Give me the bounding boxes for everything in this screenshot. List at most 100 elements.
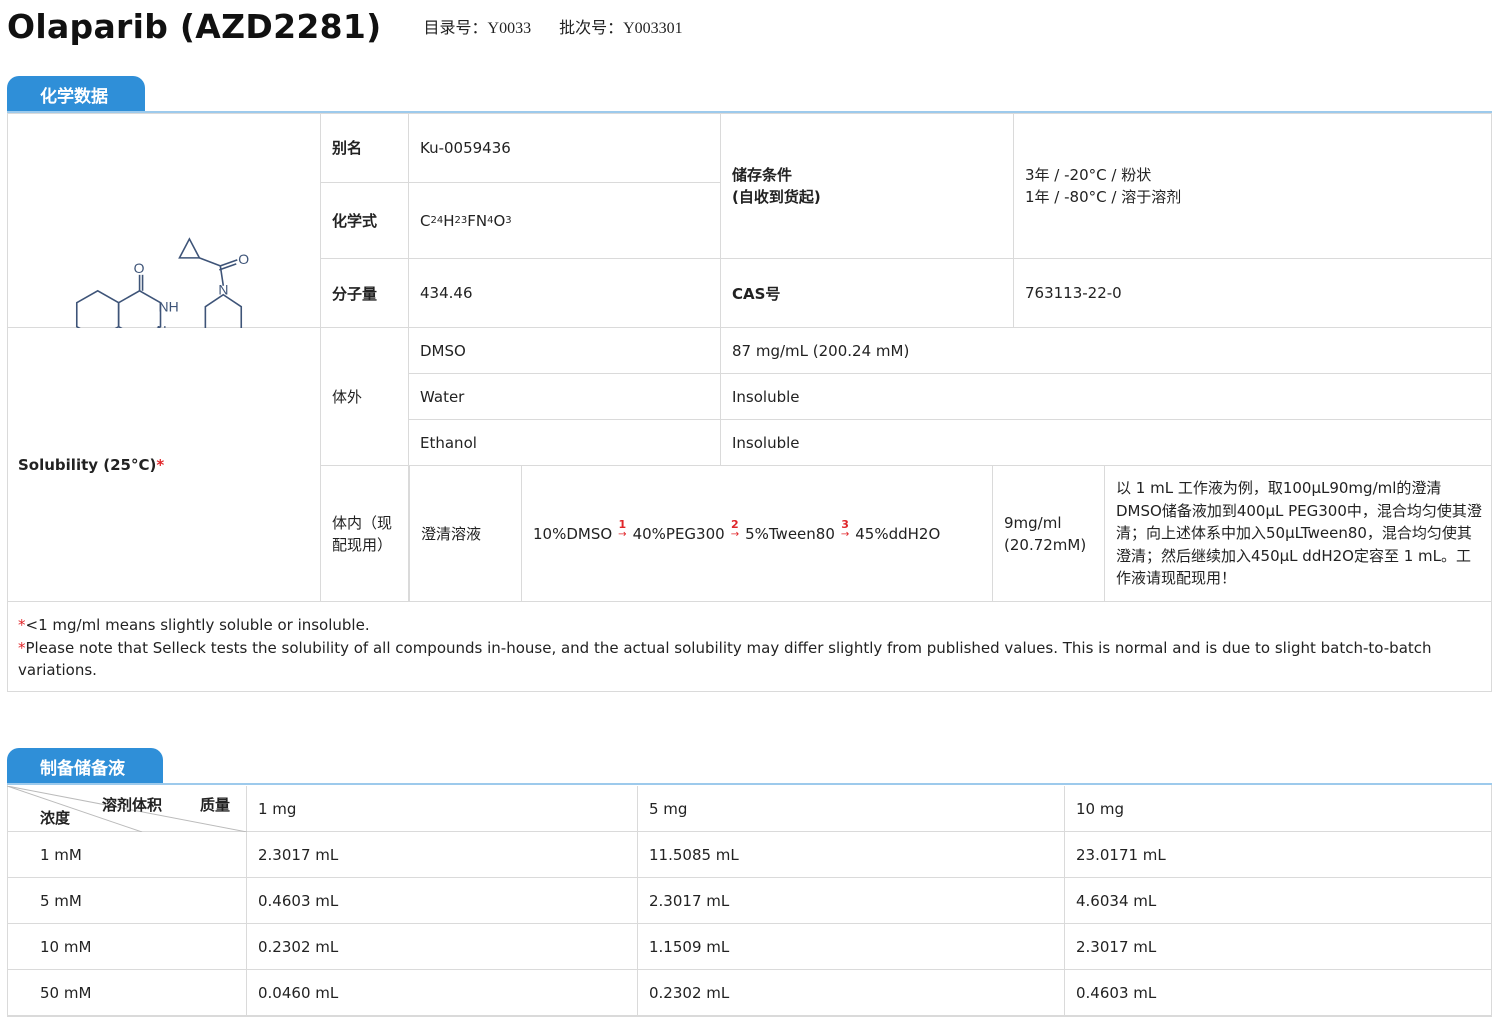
table-cell: 0.4603 mL bbox=[247, 878, 638, 924]
arrow-right-icon: → bbox=[618, 529, 627, 540]
invitro-value-dmso: 87 mg/mL (200.24 mM) bbox=[721, 328, 1492, 374]
storage-line-1: 3年 / -20°C / 粉状 bbox=[1025, 165, 1152, 184]
solubility-title: Solubility (25°C) bbox=[18, 455, 157, 474]
chemical-structure-image: O NH N N O N O F bbox=[75, 236, 249, 328]
atom-o2: O bbox=[238, 250, 249, 266]
batch-number: 批次号：Y003301 bbox=[559, 14, 683, 38]
stock-section-tab: 制备储备液 bbox=[7, 748, 163, 784]
piperazine-ring bbox=[204, 293, 243, 328]
storage-label: 储存条件 (自收到货起) bbox=[721, 113, 1014, 259]
catalog-value: Y0033 bbox=[487, 20, 532, 37]
storage-label-line-2: (自收到货起) bbox=[732, 187, 821, 206]
mass-1mg: 1 mg bbox=[247, 786, 638, 832]
catalog-number: 目录号：Y0033 bbox=[424, 14, 532, 38]
catalog-label: 目录号： bbox=[423, 18, 488, 37]
invivo-type: 澄清溶液 bbox=[409, 466, 522, 602]
table-cell: 0.4603 mL bbox=[1065, 970, 1492, 1016]
step-peg300: 40%PEG300 bbox=[632, 524, 725, 543]
atom-o1: O bbox=[134, 259, 145, 275]
invitro-value-ethanol: Insoluble bbox=[721, 420, 1492, 466]
table-cell: 0.0460 mL bbox=[247, 970, 638, 1016]
atom-n3: N bbox=[218, 281, 228, 297]
table-cell: 2.3017 mL bbox=[247, 832, 638, 878]
conc-50mm: 50 mM bbox=[7, 970, 247, 1016]
formula-c-count: 24 bbox=[430, 215, 444, 226]
page-header: Olaparib (AZD2281) 目录号：Y0033 批次号：Y003301 bbox=[7, 4, 683, 48]
formula-c: C bbox=[420, 211, 431, 230]
formula-h: H bbox=[443, 211, 455, 230]
formula-fn: FN bbox=[467, 211, 488, 230]
step-dmso: 10%DMSO bbox=[533, 524, 613, 543]
note-2-asterisk: * bbox=[18, 638, 26, 657]
benzo-ring bbox=[75, 289, 120, 328]
conc-5mm: 5 mM bbox=[7, 878, 247, 924]
invitro-label: 体外 bbox=[321, 328, 409, 466]
step-ddh2o: 45%ddH2O bbox=[855, 524, 941, 543]
mass-5mg: 5 mg bbox=[638, 786, 1065, 832]
table-cell: 1.1509 mL bbox=[638, 924, 1065, 970]
note-1-text: <1 mg/ml means slightly soluble or insol… bbox=[25, 616, 370, 634]
solubility-asterisk: * bbox=[156, 455, 165, 474]
invitro-value-water: Insoluble bbox=[721, 374, 1492, 420]
formulation-steps: 10%DMSO 1 → 40%PEG300 2 → 5%Tween80 3 → 45%… bbox=[533, 519, 941, 544]
table-cell: 0.2302 mL bbox=[247, 924, 638, 970]
table-cell: 0.2302 mL bbox=[638, 970, 1065, 1016]
header-mass: 质量 bbox=[200, 796, 231, 814]
atom-n2: N bbox=[157, 322, 167, 327]
mass-10mg: 10 mg bbox=[1065, 786, 1492, 832]
invivo-conc-line-2: (20.72mM) bbox=[1004, 535, 1087, 554]
solubility-label: Solubility (25°C) * bbox=[7, 328, 321, 602]
invivo-concentration: 9mg/ml (20.72mM) bbox=[993, 466, 1105, 602]
step-arrow-2: 2 → bbox=[731, 519, 739, 540]
mw-label: 分子量 bbox=[321, 259, 409, 328]
cas-value: 763113-22-0 bbox=[1014, 259, 1492, 328]
batch-value: Y003301 bbox=[623, 20, 683, 37]
note-1-asterisk: * bbox=[18, 616, 26, 634]
mw-value: 434.46 bbox=[409, 259, 721, 328]
table-cell: 2.3017 mL bbox=[1065, 924, 1492, 970]
arrow-right-icon: → bbox=[840, 529, 850, 540]
table-cell: 2.3017 mL bbox=[638, 878, 1065, 924]
batch-label: 批次号： bbox=[559, 18, 624, 37]
note-1: *<1 mg/ml means slightly soluble or inso… bbox=[18, 614, 1478, 637]
phthalazinone-ring bbox=[117, 289, 162, 328]
formula-o: O bbox=[493, 211, 506, 230]
conc-1mm: 1 mM bbox=[7, 832, 247, 878]
invivo-formulation: 10%DMSO 1 → 40%PEG300 2 → 5%Tween80 3 → 45%… bbox=[522, 466, 993, 602]
alias-label: 别名 bbox=[321, 113, 409, 183]
storage-line-2: 1年 / -80°C / 溶于溶剂 bbox=[1025, 187, 1182, 206]
stock-table-corner-header: 浓度 溶剂体积 质量 bbox=[7, 786, 247, 832]
invitro-solvent-ethanol: Ethanol bbox=[409, 420, 721, 466]
table-cell: 11.5085 mL bbox=[638, 832, 1065, 878]
invivo-description: 以 1 mL 工作液为例，取100μL90mg/ml的澄清DMSO储备液加到40… bbox=[1105, 466, 1492, 602]
table-cell: 23.0171 mL bbox=[1065, 832, 1492, 878]
step-arrow-3: 3 → bbox=[841, 519, 849, 540]
invitro-solvent-water: Water bbox=[409, 374, 721, 420]
step-tween80: 5%Tween80 bbox=[745, 524, 835, 543]
cas-label: CAS号 bbox=[721, 259, 1014, 328]
storage-label-line-1: 储存条件 bbox=[732, 165, 793, 184]
invivo-conc-line-1: 9mg/ml bbox=[1004, 513, 1062, 532]
arrow-right-icon: → bbox=[730, 529, 740, 540]
atom-nh: NH bbox=[159, 298, 179, 314]
solubility-notes: *<1 mg/ml means slightly soluble or inso… bbox=[18, 614, 1478, 682]
note-2-text: Please note that Selleck tests the solub… bbox=[18, 638, 1432, 680]
step-arrow-1: 1 → bbox=[618, 519, 626, 540]
header-concentration: 浓度 bbox=[40, 809, 71, 827]
cyclopropane-ring bbox=[178, 236, 201, 259]
formula-label: 化学式 bbox=[321, 183, 409, 259]
formula-o-count: 3 bbox=[505, 215, 512, 226]
conc-10mm: 10 mM bbox=[7, 924, 247, 970]
table-cell: 4.6034 mL bbox=[1065, 878, 1492, 924]
note-2: *Please note that Selleck tests the solu… bbox=[18, 637, 1478, 682]
formula-value: C 24 H 23 FN 4 O 3 bbox=[409, 183, 721, 259]
chem-section-tab: 化学数据 bbox=[7, 76, 145, 112]
structure-cell: O NH N N O N O F bbox=[7, 113, 321, 328]
formula-h-count: 23 bbox=[454, 215, 468, 226]
alias-value: Ku-0059436 bbox=[409, 113, 721, 183]
header-solvent-volume: 溶剂体积 bbox=[102, 796, 163, 814]
invivo-label: 体内（现配现用） bbox=[321, 466, 409, 602]
invitro-solvent-dmso: DMSO bbox=[409, 328, 721, 374]
storage-value: 3年 / -20°C / 粉状 1年 / -80°C / 溶于溶剂 bbox=[1014, 113, 1492, 259]
page-title: Olaparib (AZD2281) bbox=[7, 6, 382, 46]
